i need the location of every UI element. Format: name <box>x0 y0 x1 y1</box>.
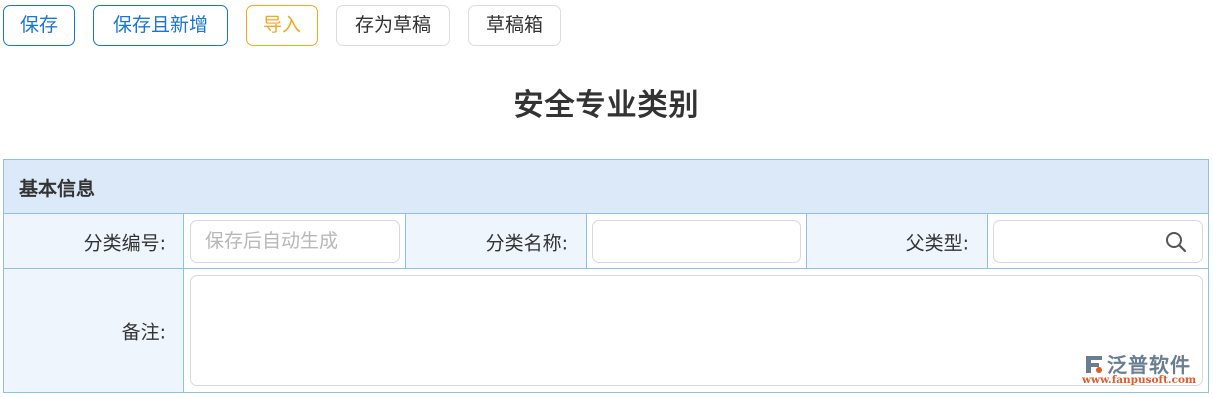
remark-label: 备注: <box>121 321 166 343</box>
page-title: 安全专业类别 <box>513 88 700 123</box>
save-button[interactable]: 保存 <box>3 5 75 46</box>
code-label: 分类编号: <box>83 232 166 254</box>
parent-label: 父类型: <box>905 232 969 254</box>
row-divider <box>4 268 1208 269</box>
basic-info-form: 基本信息 分类编号: 分类名称: 父类型: 备注: 保存后自动生成 <box>3 159 1209 393</box>
watermark: 泛普软件 www.fanpusoft.com <box>1082 350 1207 390</box>
section-title: 基本信息 <box>19 178 96 200</box>
fanpu-logo-icon <box>1086 356 1102 373</box>
name-label-cell: 分类名称: <box>406 214 586 269</box>
column-divider <box>405 214 406 269</box>
remark-textarea[interactable] <box>190 275 1203 386</box>
remark-label-cell: 备注: <box>4 269 184 392</box>
column-divider <box>987 214 988 269</box>
watermark-url: www.fanpusoft.com <box>1082 374 1197 386</box>
name-label: 分类名称: <box>485 232 568 254</box>
code-placeholder: 保存后自动生成 <box>205 230 339 252</box>
column-divider <box>806 214 807 269</box>
save-draft-button[interactable]: 存为草稿 <box>336 5 450 46</box>
column-divider <box>183 214 184 392</box>
column-divider <box>586 214 587 269</box>
search-icon[interactable] <box>1164 230 1188 254</box>
save-and-new-button[interactable]: 保存且新增 <box>93 5 228 46</box>
name-input[interactable] <box>592 220 801 263</box>
parent-label-cell: 父类型: <box>807 214 987 269</box>
draft-box-button[interactable]: 草稿箱 <box>468 5 561 46</box>
import-button[interactable]: 导入 <box>246 5 318 46</box>
code-input[interactable]: 保存后自动生成 <box>190 220 400 263</box>
parent-type-input[interactable] <box>993 220 1203 263</box>
code-label-cell: 分类编号: <box>4 214 184 269</box>
section-header: 基本信息 <box>4 160 1208 214</box>
